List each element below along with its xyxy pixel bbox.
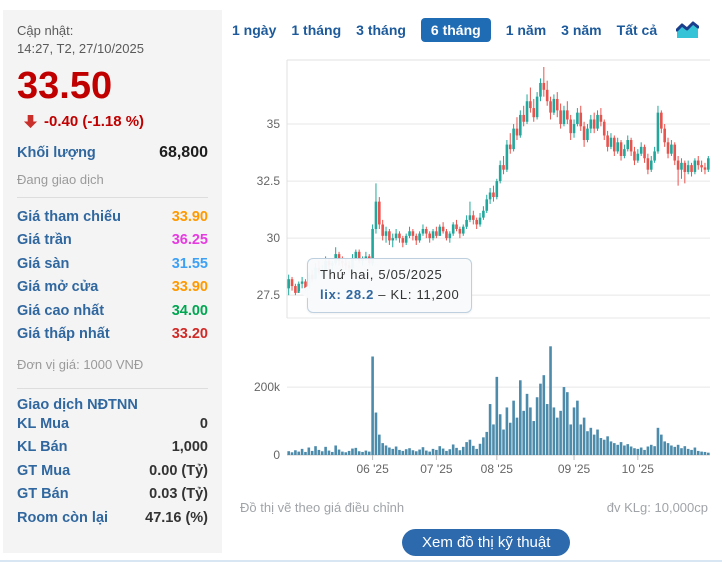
volume-unit-note: đv KLg: 10,000cp: [606, 500, 708, 515]
table-row-kl-ban: KL Bán 1,000: [17, 436, 208, 460]
table-row-kl-mua: KL Mua 0: [17, 413, 208, 437]
chart-tooltip: Thứ hai, 5/05/2025 lix: 28.2 – KL: 11,20…: [299, 258, 473, 314]
tab-1-ngay[interactable]: 1 ngày: [232, 22, 276, 38]
last-updated: Cập nhật: 14:27, T2, 27/10/2025: [17, 22, 208, 57]
quote-panel: Cập nhật: 14:27, T2, 27/10/2025 33.50 -0…: [3, 10, 222, 553]
tab-3-nam[interactable]: 3 năm: [561, 22, 601, 38]
row-value: 36.25: [171, 232, 208, 249]
foreign-trade-table: KL Mua 0 KL Bán 1,000 GT Mua 0.00 (Tỷ) GT Bán 0…: [17, 413, 208, 531]
tooltip-values: lix: 28.2 – KL: 11,200: [320, 285, 459, 305]
row-value: 0.00 (Tỷ): [149, 462, 208, 479]
stock-quote-widget: Cập nhật: 14:27, T2, 27/10/2025 33.50 -0…: [0, 0, 722, 567]
price-chart[interactable]: 27.5 30 32.5 35 200k 0 06 '25 07 '25 08 '25 09 '2…: [240, 55, 722, 500]
table-row-gia-tham-chieu: Giá tham chiếu 33.90: [17, 206, 208, 230]
tab-1-nam[interactable]: 1 năm: [506, 22, 546, 38]
tab-6-thang[interactable]: 6 tháng: [420, 18, 491, 42]
row-label: GT Bán: [17, 486, 69, 503]
row-label: Giá tham chiếu: [17, 208, 121, 225]
row-label: GT Mua: [17, 462, 71, 479]
price-stats-table: Giá tham chiếu 33.90 Giá trần 36.25 Giá sàn 3…: [17, 206, 208, 347]
bottom-divider: [0, 560, 722, 562]
svg-text:10 '25: 10 '25: [622, 462, 655, 476]
row-value: 1,000: [171, 439, 208, 456]
svg-text:32.5: 32.5: [257, 174, 281, 188]
row-label: Room còn lại: [17, 509, 109, 526]
volume-label: Khối lượng: [17, 144, 96, 161]
row-value: 33.20: [171, 326, 208, 343]
divider: [17, 196, 208, 198]
table-row-gt-ban: GT Bán 0.03 (Tỷ): [17, 483, 208, 507]
row-value: 47.16 (%): [145, 509, 208, 526]
tab-3-thang[interactable]: 3 tháng: [356, 22, 406, 38]
svg-text:06 '25: 06 '25: [356, 462, 389, 476]
table-row-gia-cao-nhat: Giá cao nhất 34.00: [17, 300, 208, 324]
row-value: 0.03 (Tỷ): [149, 486, 208, 503]
table-row-room-con-lai: Room còn lại 47.16 (%): [17, 507, 208, 531]
volume-value: 68,800: [159, 143, 208, 161]
range-tabs: 1 ngày 1 tháng 3 tháng 6 tháng 1 năm 3 năm Tất…: [232, 18, 700, 42]
technical-chart-button[interactable]: Xem đồ thị kỹ thuật: [402, 529, 571, 556]
row-value: 31.55: [171, 255, 208, 272]
table-row-gia-mo-cua: Giá mở cửa 33.90: [17, 276, 208, 300]
price-change-row: -0.40 (-1.18 %): [23, 113, 208, 130]
row-label: Giá trần: [17, 232, 72, 249]
table-row-gia-thap-nhat: Giá thấp nhất 33.20: [17, 323, 208, 347]
row-value: 33.90: [171, 279, 208, 296]
divider: [17, 387, 208, 389]
adjusted-price-note: Đồ thị vẽ theo giá điều chỉnh: [240, 500, 405, 515]
svg-text:07 '25: 07 '25: [420, 462, 453, 476]
row-label: Giá sàn: [17, 255, 70, 272]
table-row-gia-san: Giá sàn 31.55: [17, 253, 208, 277]
row-label: Giá thấp nhất: [17, 326, 110, 343]
tab-tat-ca[interactable]: Tất cả: [617, 22, 657, 38]
session-status: Đang giao dịch: [17, 171, 104, 187]
table-row-gt-mua: GT Mua 0.00 (Tỷ): [17, 460, 208, 484]
tooltip-kl: – KL: 11,200: [374, 287, 460, 303]
updated-time: 14:27, T2, 27/10/2025: [17, 40, 144, 56]
svg-text:27.5: 27.5: [257, 288, 281, 302]
svg-text:09 '25: 09 '25: [558, 462, 591, 476]
row-value: 0: [199, 415, 208, 432]
svg-text:30: 30: [267, 231, 281, 245]
svg-text:0: 0: [273, 448, 280, 462]
row-value: 34.00: [171, 302, 208, 319]
down-arrow-icon: [23, 114, 38, 129]
tab-1-thang[interactable]: 1 tháng: [291, 22, 341, 38]
svg-text:35: 35: [267, 117, 281, 131]
row-label: KL Mua: [17, 415, 70, 432]
tooltip-date: Thứ hai, 5/05/2025: [320, 267, 443, 282]
price-change: -0.40 (-1.18 %): [44, 112, 145, 130]
foreign-trade-title: Giao dịch NĐTNN: [17, 396, 138, 413]
updated-label: Cập nhật:: [17, 23, 74, 38]
row-value: 33.90: [171, 208, 208, 225]
svg-text:08 '25: 08 '25: [481, 462, 514, 476]
row-label: Giá cao nhất: [17, 302, 105, 319]
area-chart-icon[interactable]: [676, 21, 700, 40]
price-unit-note: Đơn vị giá: 1000 VNĐ: [17, 356, 144, 372]
tooltip-symbol-value: lix: 28.2: [320, 287, 374, 303]
current-price: 33.50: [17, 65, 113, 108]
table-row-gia-tran: Giá trần 36.25: [17, 229, 208, 253]
tooltip-tail: [299, 285, 309, 299]
svg-text:200k: 200k: [254, 380, 281, 394]
volume-row: Khối lượng 68,800: [17, 144, 208, 162]
row-label: Giá mở cửa: [17, 279, 99, 296]
row-label: KL Bán: [17, 439, 68, 456]
